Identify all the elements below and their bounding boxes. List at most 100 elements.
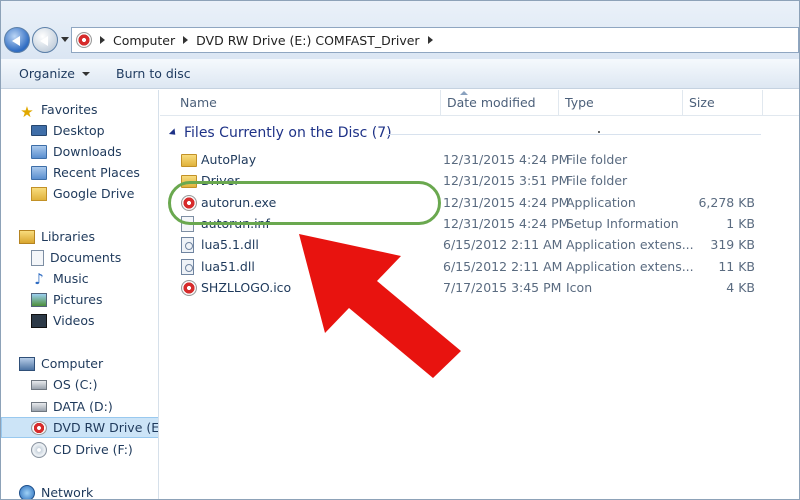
file-name: SHZLLOGO.ico — [201, 280, 292, 295]
collapse-icon[interactable] — [168, 128, 179, 138]
chevron-down-icon — [82, 71, 90, 76]
file-name: AutoPlay — [201, 152, 257, 167]
column-header-type[interactable]: Type — [559, 90, 683, 116]
file-type: Application — [566, 195, 636, 210]
sidebar-item-label: Libraries — [41, 229, 95, 244]
sidebar-item-label: Music — [53, 271, 89, 286]
sidebar-item-label: Network — [41, 485, 94, 500]
breadcrumb-dvd-drive[interactable]: DVD RW Drive (E:) COMFAST_Driver — [196, 33, 419, 48]
music-icon: ♪ — [34, 269, 44, 288]
disk-icon — [31, 401, 47, 412]
sidebar-item-label: Videos — [53, 313, 95, 328]
sidebar-item-label: OS (C:) — [53, 377, 98, 392]
explorer-window: Computer DVD RW Drive (E:) COMFAST_Drive… — [0, 0, 800, 500]
column-header-date[interactable]: Date modified — [441, 90, 559, 116]
column-header-size[interactable]: Size — [683, 90, 763, 116]
sidebar-item-cd-drive[interactable]: CD Drive (F:) — [31, 439, 158, 460]
sidebar-item-label: Recent Places — [53, 165, 140, 180]
recent-pages-dropdown[interactable] — [61, 37, 69, 42]
sidebar-item-label: DATA (D:) — [53, 399, 113, 414]
sidebar-item-documents[interactable]: Documents — [31, 247, 158, 268]
sidebar-item-label: Pictures — [53, 292, 103, 307]
file-type: File folder — [566, 152, 628, 167]
file-type: Application extens... — [566, 237, 694, 252]
file-size: 11 KB — [718, 259, 755, 274]
file-row-lua51-dll[interactable]: lua51.dll 6/15/2012 2:11 AM Application … — [171, 257, 771, 278]
sidebar-item-downloads[interactable]: Downloads — [31, 141, 158, 162]
network-icon — [19, 484, 35, 499]
cd-drive-icon — [31, 441, 47, 458]
sidebar-item-network[interactable]: Network — [19, 482, 158, 500]
dvd-drive-icon — [31, 420, 47, 435]
sidebar-item-data-d[interactable]: DATA (D:) — [31, 396, 158, 417]
file-date: 12/31/2015 4:24 PM — [443, 152, 570, 167]
burn-to-disc-button[interactable]: Burn to disc — [116, 66, 191, 81]
cursor-dot — [598, 131, 600, 133]
sidebar-item-videos[interactable]: Videos — [31, 310, 158, 331]
chevron-right-icon[interactable] — [100, 36, 105, 44]
group-header[interactable]: Files Currently on the Disc (7) — [168, 125, 392, 141]
navigation-pane[interactable]: ★ Favorites Desktop Downloads Recent Pla… — [1, 90, 159, 500]
file-name: lua5.1.dll — [201, 237, 259, 252]
sidebar-item-desktop[interactable]: Desktop — [31, 120, 158, 141]
google-drive-icon — [31, 186, 47, 201]
file-size: 319 KB — [710, 237, 755, 252]
drive-icon — [76, 32, 92, 48]
breadcrumb-computer[interactable]: Computer — [113, 33, 175, 48]
command-bar: Organize Burn to disc — [1, 59, 799, 89]
downloads-icon — [31, 144, 47, 159]
file-row-shzllogo-ico[interactable]: SHZLLOGO.ico 7/17/2015 3:45 PM Icon 4 KB — [171, 278, 771, 299]
sidebar-item-label: Favorites — [41, 102, 98, 117]
disk-icon — [31, 379, 47, 390]
sidebar-item-google-drive[interactable]: Google Drive — [31, 183, 158, 204]
column-header-row: Name Date modified Type Size — [160, 90, 799, 116]
sidebar-item-os-c[interactable]: OS (C:) — [31, 374, 158, 395]
icon-file-icon — [181, 280, 197, 296]
file-date: 12/31/2015 4:24 PM — [443, 195, 570, 210]
pictures-icon — [31, 292, 47, 307]
organize-label: Organize — [19, 66, 75, 81]
group-header-label: Files Currently on the Disc (7) — [184, 125, 392, 141]
sidebar-item-dvd-drive[interactable]: DVD RW Drive (E:) C — [1, 417, 159, 438]
sidebar-item-label: Desktop — [53, 123, 105, 138]
libraries-icon — [19, 229, 35, 244]
sidebar-item-label: Computer — [41, 356, 104, 371]
star-icon: ★ — [20, 102, 34, 121]
dll-file-icon — [181, 259, 194, 275]
sidebar-item-label: Documents — [50, 250, 122, 265]
file-size: 6,278 KB — [698, 195, 755, 210]
file-type: Application extens... — [566, 259, 694, 274]
file-name: lua51.dll — [201, 259, 255, 274]
sidebar-item-computer[interactable]: Computer — [19, 353, 158, 374]
sidebar-item-label: CD Drive (F:) — [53, 442, 133, 457]
sidebar-item-libraries[interactable]: Libraries — [19, 226, 158, 247]
highlight-ring — [168, 181, 441, 225]
documents-icon — [31, 249, 44, 266]
file-row-autoplay[interactable]: AutoPlay 12/31/2015 4:24 PM File folder — [171, 150, 771, 171]
desktop-icon — [31, 125, 47, 136]
file-type: File folder — [566, 173, 628, 188]
sidebar-item-label: Google Drive — [53, 186, 135, 201]
sidebar-item-pictures[interactable]: Pictures — [31, 289, 158, 310]
chevron-right-icon[interactable] — [183, 36, 189, 44]
forward-button[interactable] — [32, 27, 58, 53]
dll-file-icon — [181, 237, 194, 253]
sidebar-item-music[interactable]: ♪ Music — [31, 268, 158, 289]
folder-icon — [181, 154, 197, 167]
address-row: Computer DVD RW Drive (E:) COMFAST_Drive… — [1, 1, 799, 59]
sidebar-item-label: Downloads — [53, 144, 122, 159]
computer-icon — [19, 356, 35, 371]
videos-icon — [31, 313, 47, 328]
sidebar-item-recent-places[interactable]: Recent Places — [31, 162, 158, 183]
address-bar[interactable]: Computer DVD RW Drive (E:) COMFAST_Drive… — [71, 27, 799, 53]
organize-button[interactable]: Organize — [19, 66, 90, 81]
column-header-name[interactable]: Name — [174, 90, 441, 116]
chevron-right-icon[interactable] — [427, 36, 433, 44]
back-button[interactable] — [4, 27, 30, 53]
sidebar-item-favorites[interactable]: ★ Favorites — [19, 99, 158, 121]
file-row-lua5-1-dll[interactable]: lua5.1.dll 6/15/2012 2:11 AM Application… — [171, 235, 771, 256]
file-size: 1 KB — [726, 216, 755, 231]
recent-places-icon — [31, 165, 47, 180]
sidebar-item-label: DVD RW Drive (E:) C — [53, 420, 159, 435]
red-arrow-icon — [299, 234, 461, 378]
